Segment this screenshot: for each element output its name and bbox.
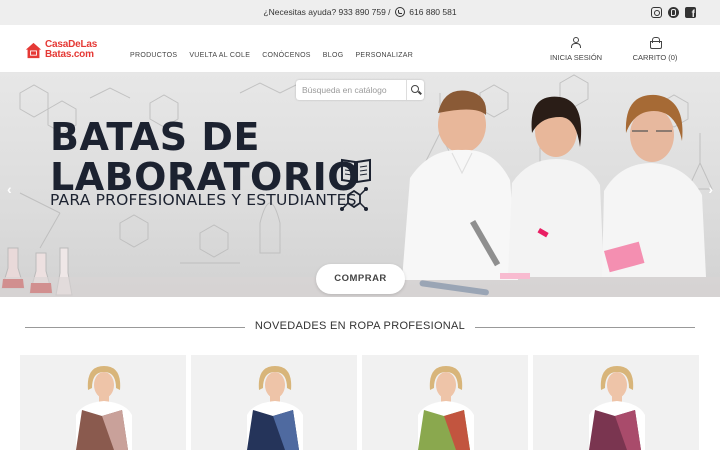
- search-icon[interactable]: [406, 80, 424, 100]
- whatsapp-icon: [394, 7, 405, 17]
- hero-subtitle: PARA PROFESIONALES Y ESTUDIANTES: [50, 191, 357, 209]
- product-image: [76, 366, 132, 450]
- hero-title: BATAS DE LABORATORIO: [50, 117, 360, 197]
- product-image: [418, 366, 474, 450]
- nav-item-personalizar[interactable]: PERSONALIZAR: [355, 52, 413, 59]
- site-logo[interactable]: CasaDeLas Batas.com: [25, 40, 97, 60]
- search-input[interactable]: [296, 80, 404, 100]
- slider-next-arrow[interactable]: ›: [708, 181, 713, 197]
- house-logo-icon: [25, 42, 42, 58]
- account-label: INICIA SESIÓN: [550, 53, 603, 62]
- logo-text: CasaDeLas Batas.com: [45, 40, 97, 60]
- open-book-icon: [341, 158, 371, 184]
- product-grid: [20, 355, 701, 450]
- help-text: ¿Necesitas ayuda? 933 890 759 /: [263, 7, 391, 17]
- nav-item-productos[interactable]: PRODUCTOS: [130, 52, 177, 59]
- section-heading: NOVEDADES EN ROPA PROFESIONAL: [0, 320, 720, 334]
- product-image: [589, 366, 645, 450]
- pinterest-icon[interactable]: [668, 7, 679, 18]
- basket-icon: [649, 37, 662, 49]
- nav-item-vuelta-al-cole[interactable]: VUELTA AL COLE: [189, 52, 250, 59]
- product-card[interactable]: [362, 355, 528, 450]
- product-card[interactable]: [191, 355, 357, 450]
- nav-item-blog[interactable]: BLOG: [323, 52, 344, 59]
- facebook-icon[interactable]: [685, 7, 696, 20]
- whatsapp-number[interactable]: 616 880 581: [409, 7, 456, 17]
- cart-label: CARRITO (0): [632, 53, 678, 62]
- product-image: [247, 366, 303, 450]
- logo-line2: Batas.com: [45, 49, 94, 60]
- instagram-icon[interactable]: [651, 7, 662, 18]
- cart-link[interactable]: CARRITO (0): [630, 37, 680, 62]
- slider-prev-arrow[interactable]: ‹: [7, 181, 12, 197]
- section-title-wrap: NOVEDADES EN ROPA PROFESIONAL: [0, 320, 720, 332]
- buy-button[interactable]: COMPRAR: [316, 264, 405, 294]
- account-link[interactable]: INICIA SESIÓN: [550, 37, 603, 62]
- hero-title-line1: BATAS DE: [50, 115, 260, 159]
- top-bar: ¿Necesitas ayuda? 933 890 759 / 616 880 …: [0, 0, 720, 25]
- site-header: CasaDeLas Batas.com PRODUCTOS VUELTA AL …: [0, 25, 720, 73]
- main-nav: PRODUCTOS VUELTA AL COLE CONÓCENOS BLOG …: [130, 52, 413, 59]
- product-card[interactable]: [20, 355, 186, 450]
- social-links: [651, 7, 696, 20]
- section-title: NOVEDADES EN ROPA PROFESIONAL: [244, 320, 476, 332]
- user-icon: [570, 37, 581, 48]
- help-contact: ¿Necesitas ayuda? 933 890 759 / 616 880 …: [0, 0, 720, 25]
- nav-item-conocenos[interactable]: CONÓCENOS: [262, 52, 311, 59]
- search-bar: [296, 80, 424, 100]
- product-card[interactable]: [533, 355, 699, 450]
- hero-banner[interactable]: BATAS DE LABORATORIO PARA PROFESIONALES …: [0, 73, 720, 297]
